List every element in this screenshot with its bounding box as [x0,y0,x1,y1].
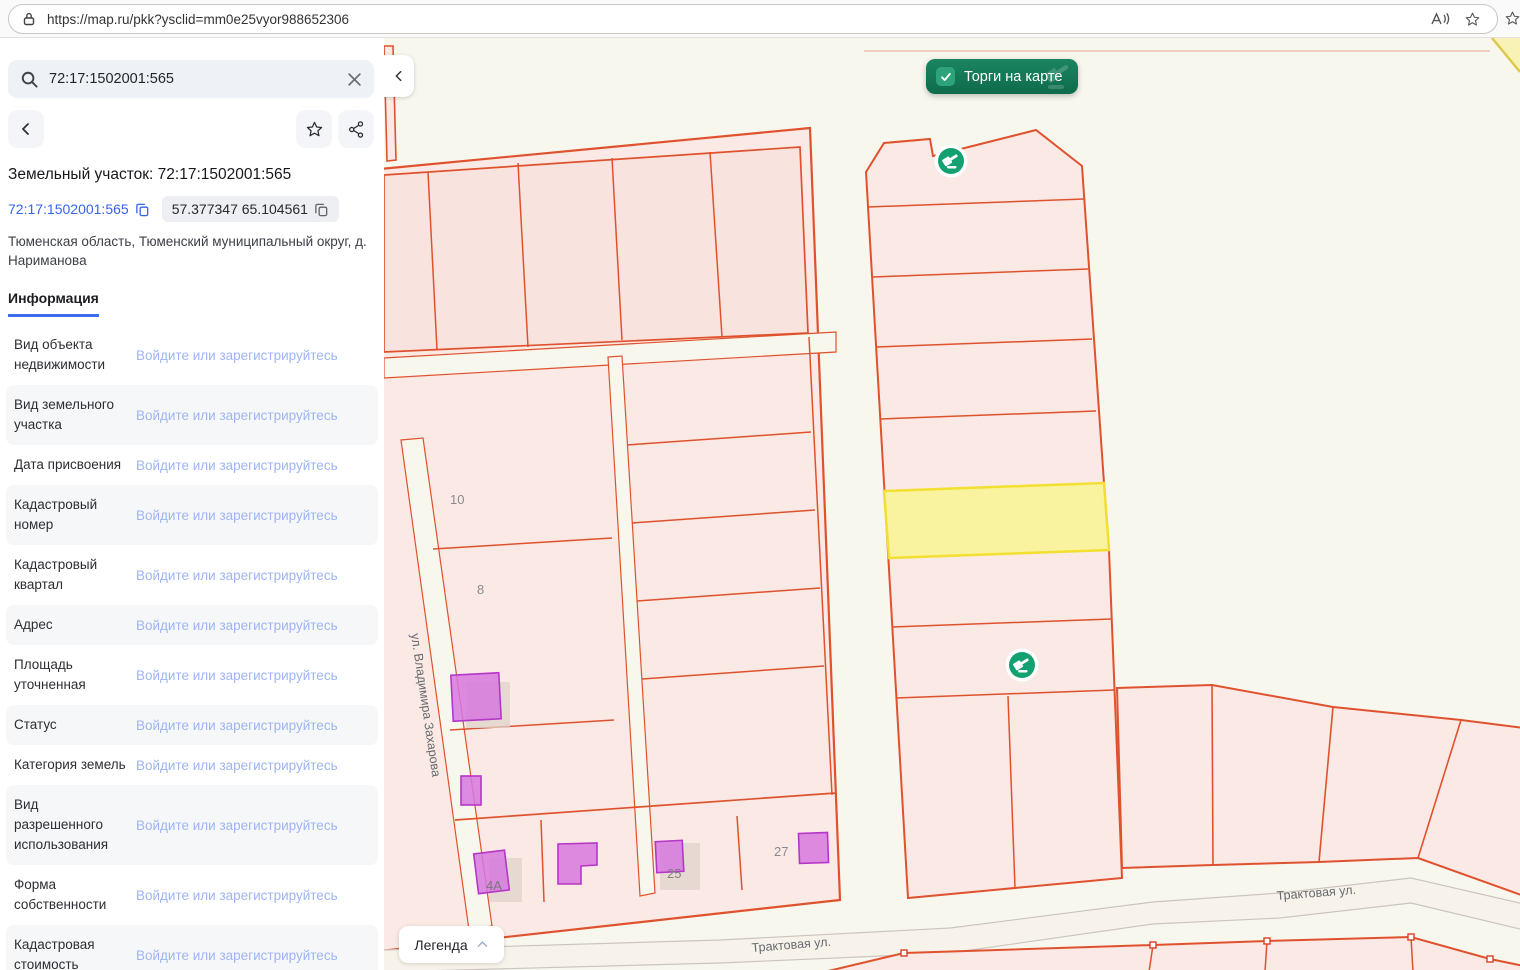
url-text[interactable]: https://map.ru/pkk?ysclid=mm0e25vyor9886… [47,12,1430,27]
info-row-label: Вид земельного участка [14,395,126,435]
cadastral-number-chip[interactable]: 72:17:1502001:565 [8,201,150,217]
star-icon [305,120,324,139]
coordinates-text: 57.377347 65.104561 [172,201,308,217]
table-row: Категория земель Войдите или зарегистрир… [6,745,378,785]
selected-parcel[interactable] [884,483,1109,558]
login-register-link[interactable]: Войдите или зарегистрируйтесь [136,508,338,523]
copy-icon[interactable] [135,202,150,217]
map-canvas[interactable]: 10 8 4А 25 27 ул. Владимира Захарова Тра… [384,38,1520,970]
info-row-label: Вид разрешенного использования [14,795,126,855]
table-row: Форма собственности Войдите или зарегист… [6,865,378,925]
login-register-link[interactable]: Войдите или зарегистрируйтесь [136,718,338,733]
table-row: Кадастровый номер Войдите или зарегистри… [6,485,378,545]
login-register-link[interactable]: Войдите или зарегистрируйтесь [136,818,338,833]
coordinates-chip[interactable]: 57.377347 65.104561 [162,196,339,222]
far-right-parcel-block[interactable] [1117,685,1520,896]
read-aloud-icon[interactable] [1430,11,1450,27]
back-button[interactable] [8,110,44,148]
copy-icon[interactable] [314,202,329,217]
favorite-star-icon[interactable] [1464,11,1481,28]
cadastral-map[interactable]: 10 8 4А 25 27 ул. Владимира Захарова Тра… [384,38,1520,970]
clear-search-icon[interactable] [347,72,362,87]
object-address: Тюменская область, Тюменский муниципальн… [8,232,376,270]
auction-marker[interactable] [935,145,968,178]
login-register-link[interactable]: Войдите или зарегистрируйтесь [136,948,338,963]
object-actions [8,110,374,148]
login-register-link[interactable]: Войдите или зарегистрируйтесь [136,618,338,633]
info-row-label: Кадастровая стоимость [14,935,126,970]
parcel-label-8: 8 [477,582,484,597]
auction-marker[interactable] [1006,649,1039,682]
tab-information[interactable]: Информация [8,290,99,317]
torgi-button-label: Торги на карте [964,69,1062,85]
parcel-label-4a: 4А [486,878,502,893]
parcel-info-panel: Земельный участок: 72:17:1502001:565 72:… [0,38,384,970]
search-input[interactable] [49,71,347,87]
favorite-button[interactable] [296,110,332,148]
lock-icon [21,11,37,27]
info-row-label: Категория земель [14,755,126,775]
login-register-link[interactable]: Войдите или зарегистрируйтесь [136,668,338,683]
legend-button[interactable]: Легенда [399,926,504,963]
search-bar[interactable] [8,60,374,98]
table-row: Адрес Войдите или зарегистрируйтесь [6,605,378,645]
table-row: Вид земельного участка Войдите или зарег… [6,385,378,445]
parcel-label-27: 27 [774,844,788,859]
info-row-label: Форма собственности [14,875,126,915]
info-row-label: Площадь уточненная [14,655,126,695]
collections-star-icon[interactable] [1504,10,1520,27]
login-register-link[interactable]: Войдите или зарегистрируйтесь [136,408,338,423]
chevron-left-icon [392,69,406,83]
info-row-label: Кадастровый квартал [14,555,126,595]
login-register-link[interactable]: Войдите или зарегистрируйтесь [136,568,338,583]
parcel-label-25: 25 [667,866,681,881]
table-row: Вид разрешенного использования Войдите и… [6,785,378,865]
table-row: Статус Войдите или зарегистрируйтесь [6,705,378,745]
login-register-link[interactable]: Войдите или зарегистрируйтесь [136,758,338,773]
chevron-up-icon [476,938,489,951]
login-register-link[interactable]: Войдите или зарегистрируйтесь [136,888,338,903]
table-row: Кадастровая стоимость Войдите или зареги… [6,925,378,970]
info-row-label: Адрес [14,615,126,635]
torgi-on-map-button[interactable]: Торги на карте [926,59,1078,94]
cadastral-number-text: 72:17:1502001:565 [8,201,129,217]
login-register-link[interactable]: Войдите или зарегистрируйтесь [136,348,338,363]
collapse-panel-button[interactable] [384,55,414,97]
legend-button-label: Легенда [414,937,467,953]
chevron-left-icon [18,121,34,137]
table-row: Вид объекта недвижимости Войдите или зар… [6,325,378,385]
info-row-label: Кадастровый номер [14,495,126,535]
info-list: Вид объекта недвижимости Войдите или зар… [0,325,384,970]
search-icon [20,70,39,89]
info-row-label: Дата присвоения [14,455,126,475]
address-bar[interactable]: https://map.ru/pkk?ysclid=mm0e25vyor9886… [8,4,1498,34]
parcel-label-10: 10 [450,492,464,507]
login-register-link[interactable]: Войдите или зарегистрируйтесь [136,458,338,473]
browser-toolbar: https://map.ru/pkk?ysclid=mm0e25vyor9886… [0,0,1520,38]
info-row-label: Статус [14,715,126,735]
table-row: Кадастровый квартал Войдите или зарегист… [6,545,378,605]
table-row: Дата присвоения Войдите или зарегистриру… [6,445,378,485]
info-row-label: Вид объекта недвижимости [14,335,126,375]
yellow-zone-corner [1492,38,1520,72]
share-button[interactable] [338,110,374,148]
table-row: Площадь уточненная Войдите или зарегистр… [6,645,378,705]
page-title: Земельный участок: 72:17:1502001:565 [8,166,376,184]
object-chips: 72:17:1502001:565 57.377347 65.104561 [8,196,376,222]
right-parcel-strip[interactable] [866,130,1122,898]
checkbox-checked-icon[interactable] [936,67,955,86]
share-icon [347,120,366,139]
